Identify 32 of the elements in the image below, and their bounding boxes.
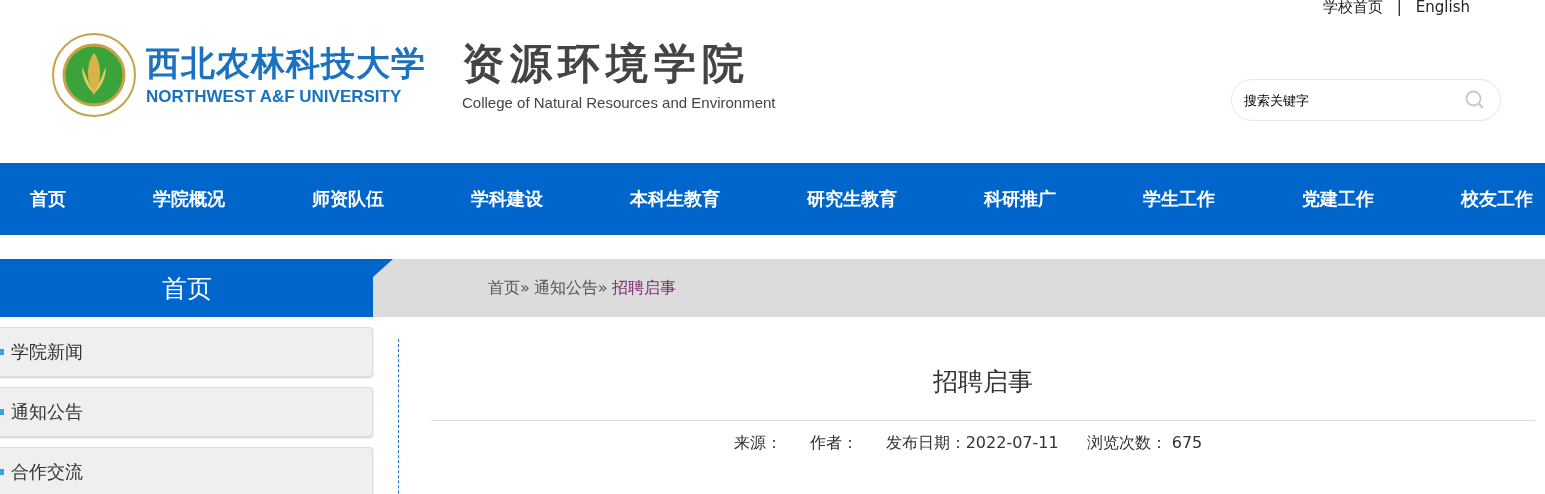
top-link[interactable]: English: [1415, 0, 1470, 16]
article-meta: 发布日期：2022-07-11: [885, 433, 1059, 454]
top-link[interactable]: 学校首页: [1322, 0, 1383, 17]
section-title: 首页: [0, 259, 393, 317]
breadcrumb-link[interactable]: 首页»: [488, 277, 530, 299]
search-field[interactable]: 搜索关键字: [1231, 79, 1501, 121]
sidebar-item[interactable]: 合作交流: [0, 447, 373, 494]
college-name-english: College of Natural Resources and Environment: [462, 93, 776, 111]
university-name-english: NORTHWEST A&F UNIVERSITY: [146, 87, 403, 107]
article-title: 招聘启事: [933, 366, 1033, 398]
nav-item[interactable]: 研究生教育: [807, 187, 897, 211]
sidebar-item[interactable]: 学院新闻: [0, 327, 373, 377]
article-meta: 作者：: [809, 433, 858, 454]
article-meta: 来源：: [733, 433, 782, 454]
sidebar-item[interactable]: 通知公告: [0, 387, 373, 437]
university-emblem-icon: [52, 33, 136, 117]
nav-item[interactable]: 学院概况: [153, 187, 225, 211]
breadcrumb-link[interactable]: 招聘启事: [611, 277, 676, 299]
university-name: 西北农林科技大学: [146, 43, 426, 83]
search-icon[interactable]: [1465, 90, 1485, 110]
college-name: 资源环境学院: [462, 39, 751, 88]
nav-item[interactable]: 校友工作: [1461, 187, 1533, 211]
nav-item[interactable]: 师资队伍: [312, 187, 384, 211]
nav-item[interactable]: 学科建设: [471, 187, 543, 211]
article-meta: 浏览次数： 675: [1086, 433, 1203, 454]
nav-item[interactable]: 本科生教育: [630, 187, 720, 211]
nav-item[interactable]: 首页: [30, 187, 66, 211]
top-link[interactable]: |: [1396, 0, 1402, 16]
nav-item[interactable]: 学生工作: [1143, 187, 1215, 211]
nav-item[interactable]: 科研推广: [984, 187, 1056, 211]
breadcrumb-link[interactable]: 通知公告»: [533, 277, 608, 299]
nav-item[interactable]: 党建工作: [1302, 187, 1374, 211]
